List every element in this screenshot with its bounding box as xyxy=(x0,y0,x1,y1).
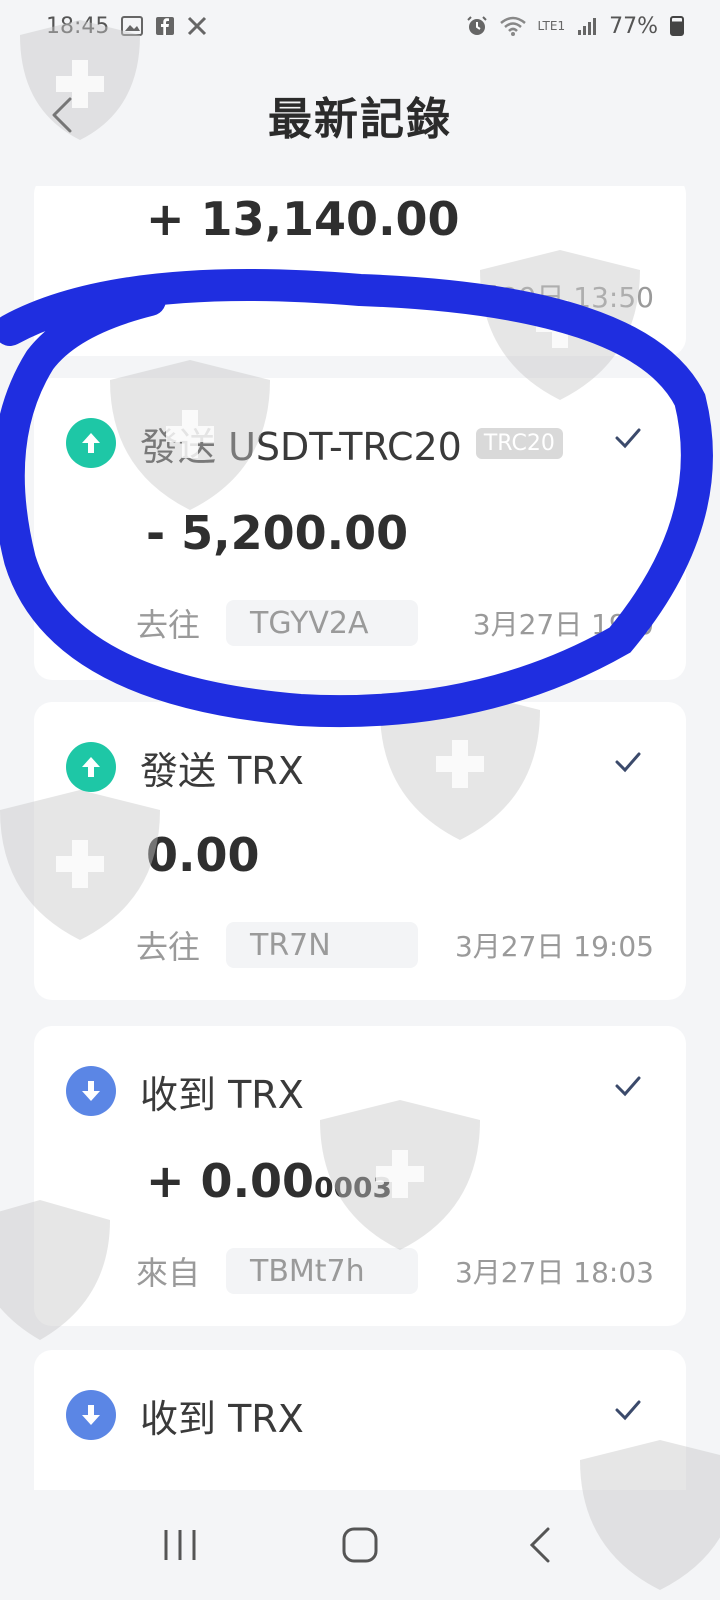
status-bar-right: LTE1 77% xyxy=(466,13,684,39)
status-bar-left: 18:45 xyxy=(46,14,207,39)
network-label: LTE1 xyxy=(537,19,566,33)
checkmark-icon xyxy=(615,1076,641,1097)
back-button[interactable] xyxy=(40,90,84,140)
checkmark-icon xyxy=(615,428,641,449)
transaction-list[interactable]: + 13,140.00 3月29日 13:50 發送 USDT-TRC20 TR… xyxy=(0,186,720,1490)
transaction-amount: - 5,200.00 xyxy=(146,506,409,560)
signal-icon xyxy=(578,18,597,35)
facebook-icon xyxy=(156,17,175,35)
battery-icon xyxy=(670,16,684,36)
direction-label: 去往 xyxy=(136,606,201,644)
receive-icon xyxy=(66,1390,116,1440)
checkmark-icon xyxy=(615,752,641,773)
transaction-card[interactable]: 收到 TRX + 0.000003 來自 TBMt7h 3月27日 18:03 xyxy=(34,1026,686,1326)
home-button[interactable] xyxy=(330,1515,390,1575)
transaction-title: 發送 TRX xyxy=(140,748,304,793)
transaction-card[interactable]: 收到 TRX xyxy=(34,1350,686,1490)
x-icon xyxy=(188,16,207,36)
receive-icon xyxy=(66,1066,116,1116)
amount-main: + 0.00 xyxy=(146,1154,315,1208)
transaction-card[interactable]: 發送 USDT-TRC20 TRC20 - 5,200.00 去往 TGYV2A… xyxy=(34,378,686,680)
transaction-meta: 來自 TBMt7h 3月27日 18:03 xyxy=(136,1248,654,1294)
page-title: 最新記錄 xyxy=(268,94,452,145)
arrow-down-icon xyxy=(82,1405,100,1425)
transaction-amount: + 0.000003 xyxy=(146,1154,392,1208)
nav-back-button[interactable] xyxy=(510,1515,570,1575)
transaction-time: 3月29日 13:50 xyxy=(454,281,654,314)
transaction-time: 3月27日 19:05 xyxy=(454,930,654,963)
transaction-card[interactable]: + 13,140.00 3月29日 13:50 xyxy=(34,186,686,356)
token-badge: TRC20 xyxy=(475,427,563,459)
direction-label: 來自 xyxy=(136,1254,201,1292)
transaction-header: 發送 USDT-TRC20 TRC20 xyxy=(66,418,654,469)
home-icon xyxy=(342,1527,378,1563)
arrow-up-icon xyxy=(82,433,100,453)
transaction-header: 發送 TRX xyxy=(66,742,654,793)
send-icon xyxy=(66,418,116,468)
address-pill[interactable]: TBMt7h xyxy=(226,1248,418,1294)
transaction-title: 收到 TRX xyxy=(140,1396,304,1441)
recent-apps-button[interactable] xyxy=(150,1515,210,1575)
transaction-meta: 去往 TR7N 3月27日 19:05 xyxy=(136,922,654,968)
system-nav-bar xyxy=(0,1490,720,1600)
arrow-down-icon xyxy=(82,1081,100,1101)
address-pill[interactable]: TGYV2A xyxy=(226,600,418,646)
transaction-title: 收到 TRX xyxy=(140,1072,304,1117)
back-icon xyxy=(529,1527,550,1563)
transaction-title: 發送 USDT-TRC20 xyxy=(140,424,462,469)
recent-apps-icon xyxy=(164,1530,196,1560)
transaction-header: 收到 TRX xyxy=(66,1390,654,1441)
transaction-card[interactable]: 發送 TRX 0.00 去往 TR7N 3月27日 19:05 xyxy=(34,702,686,1000)
header: 最新記錄 xyxy=(0,70,720,160)
address-pill[interactable]: TR7N xyxy=(226,922,418,968)
transaction-amount: + 13,140.00 xyxy=(146,192,460,246)
arrow-up-icon xyxy=(82,757,100,777)
wifi-icon xyxy=(499,16,526,36)
transaction-time: 3月27日 18:03 xyxy=(454,1256,654,1289)
battery-percent: 77% xyxy=(609,13,658,39)
status-bar: 18:45 LTE1 77% xyxy=(0,0,720,52)
clock: 18:45 xyxy=(46,13,110,39)
transaction-meta: 去往 TGYV2A 3月27日 19:0 xyxy=(136,600,654,646)
alarm-icon xyxy=(466,16,487,35)
direction-label: 去往 xyxy=(136,928,201,966)
transaction-amount: 0.00 xyxy=(146,828,260,882)
send-icon xyxy=(66,742,116,792)
checkmark-icon xyxy=(615,1400,641,1421)
transaction-header: 收到 TRX xyxy=(66,1066,654,1117)
chevron-left-icon xyxy=(52,97,72,133)
gallery-icon xyxy=(121,16,144,36)
transaction-time: 3月27日 19:0 xyxy=(472,608,654,641)
amount-small-digits: 0003 xyxy=(314,1171,392,1204)
